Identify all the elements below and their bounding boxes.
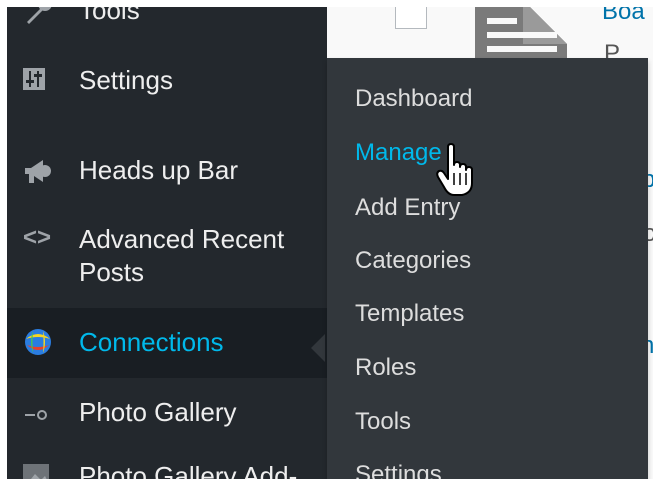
sidebar-item-settings[interactable]: Settings xyxy=(7,64,327,100)
sidebar-item-connections[interactable]: Connections xyxy=(7,308,327,378)
sidebar-item-advanced-recent-posts[interactable]: <> Advanced Recent Posts xyxy=(7,223,327,293)
sidebar-item-label: Heads up Bar xyxy=(79,155,238,185)
sidebar-item-heads-up-bar[interactable]: Heads up Bar xyxy=(7,154,327,190)
frame-edge xyxy=(0,0,7,485)
submenu-item-templates[interactable]: Templates xyxy=(355,299,464,329)
code-brackets-icon: <> xyxy=(23,224,52,251)
current-menu-pointer xyxy=(311,334,325,362)
sidebar-item-photo-gallery[interactable]: Photo Gallery xyxy=(7,396,327,432)
sidebar-item-label: Advanced Recent Posts xyxy=(79,224,285,287)
submenu-item-dashboard[interactable]: Dashboard xyxy=(355,84,472,114)
frame-edge xyxy=(0,0,653,7)
connections-logo-icon xyxy=(25,329,51,355)
submenu-item-add-entry[interactable]: Add Entry xyxy=(355,193,460,223)
sidebar-item-label: Photo Gallery xyxy=(79,397,237,427)
sidebar-item-label: Connections xyxy=(79,327,224,357)
megaphone-icon xyxy=(25,160,51,183)
sidebar-item-label: Settings xyxy=(79,65,173,95)
frame-edge xyxy=(0,479,653,485)
photo-gallery-icon xyxy=(25,410,47,420)
document-icon xyxy=(475,0,567,60)
submenu-item-roles[interactable]: Roles xyxy=(355,353,416,383)
submenu-item-tools[interactable]: Tools xyxy=(355,407,411,437)
wp-admin-screen: Boa P p o n Tools Settings xyxy=(0,0,653,485)
submenu-item-manage[interactable]: Manage xyxy=(355,138,442,168)
admin-sidebar: Tools Settings Heads up Bar <> Advanced … xyxy=(7,0,327,485)
connections-submenu: Dashboard Manage Add Entry Categories Te… xyxy=(327,58,648,485)
submenu-item-categories[interactable]: Categories xyxy=(355,246,471,276)
settings-sliders-icon xyxy=(23,68,45,90)
hand-cursor-icon xyxy=(436,143,473,196)
